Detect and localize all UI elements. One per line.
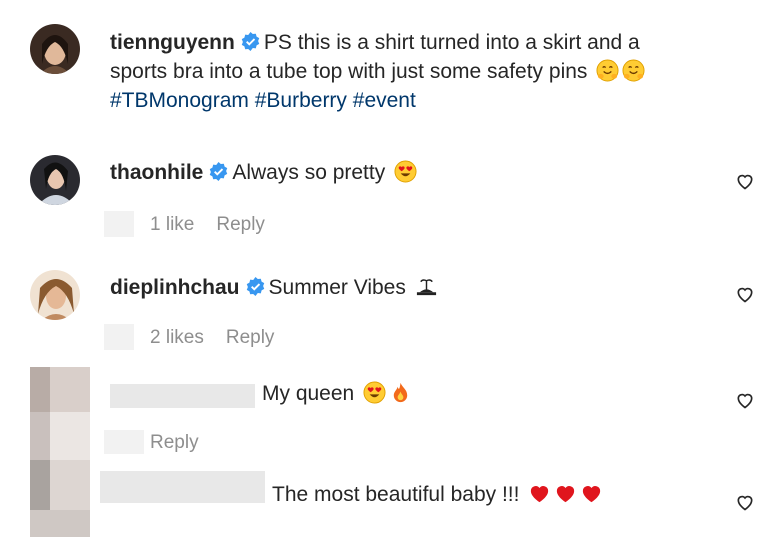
heart-eyes-face-icon xyxy=(394,160,417,183)
red-heart-icon xyxy=(583,486,601,503)
reply-button[interactable]: Reply xyxy=(226,327,275,348)
redacted-username xyxy=(100,471,265,503)
hugging-face-icon xyxy=(596,59,619,82)
comment-text: sports bra into a tube top with just som… xyxy=(110,60,588,83)
comment-text: My queen xyxy=(262,382,355,405)
comment-body: My queen xyxy=(262,379,412,408)
hugging-face-icon xyxy=(622,59,645,82)
like-heart-icon[interactable] xyxy=(735,492,755,512)
heart-eyes-face-icon xyxy=(363,381,386,404)
hashtags[interactable]: #TBMonogram #Burberry #event xyxy=(110,89,416,112)
comment-anonymous-2: The most beautiful baby !!! xyxy=(0,465,780,537)
comment-anonymous-1: My queen Reply xyxy=(0,360,780,465)
comment-thaonhile: thaonhile Always so pretty 1 like Reply xyxy=(0,125,780,245)
comment-body: dieplinhchau Summer Vibes xyxy=(110,273,438,302)
comment-tiennguyenn: tiennguyenn PS this is a shirt turned int… xyxy=(0,0,780,125)
redaction xyxy=(104,211,134,237)
reply-button[interactable]: Reply xyxy=(150,432,199,453)
island-icon xyxy=(416,279,436,296)
fire-icon xyxy=(393,382,408,403)
comment-text: Summer Vibes xyxy=(268,276,406,299)
verified-badge-icon xyxy=(241,32,260,51)
verified-badge-icon xyxy=(210,162,228,181)
avatar[interactable] xyxy=(30,155,80,205)
comment-meta: 1 like Reply xyxy=(150,214,287,236)
redaction xyxy=(104,430,144,454)
reply-button[interactable]: Reply xyxy=(216,214,265,235)
comment-meta: Reply xyxy=(150,432,221,454)
avatar[interactable] xyxy=(30,24,80,74)
comment-body: The most beautiful baby !!! xyxy=(272,480,603,509)
comment-body: thaonhile Always so pretty xyxy=(110,158,417,187)
comment-text: PS this is a shirt turned into a skirt a… xyxy=(263,31,640,54)
red-heart-icon xyxy=(557,486,575,503)
likes-count[interactable]: 1 like xyxy=(150,214,194,235)
like-heart-icon[interactable] xyxy=(735,284,755,304)
likes-count[interactable]: 2 likes xyxy=(150,327,204,348)
comment-meta: 2 likes Reply xyxy=(150,327,296,349)
username[interactable]: dieplinhchau xyxy=(110,276,240,299)
like-heart-icon[interactable] xyxy=(735,390,755,410)
verified-badge-icon xyxy=(246,277,264,296)
comment-text: Always so pretty xyxy=(232,161,386,184)
comment-text: The most beautiful baby !!! xyxy=(272,483,520,506)
redacted-username xyxy=(110,384,255,408)
comment-body: tiennguyenn PS this is a shirt turned int… xyxy=(110,28,750,115)
username[interactable]: tiennguyenn xyxy=(110,31,235,54)
like-heart-icon[interactable] xyxy=(735,171,755,191)
redaction xyxy=(104,324,134,350)
red-heart-icon xyxy=(531,486,549,503)
comment-dieplinhchau: dieplinhchau Summer Vibes 2 likes Reply xyxy=(0,245,780,360)
avatar[interactable] xyxy=(30,270,80,320)
username[interactable]: thaonhile xyxy=(110,161,203,184)
